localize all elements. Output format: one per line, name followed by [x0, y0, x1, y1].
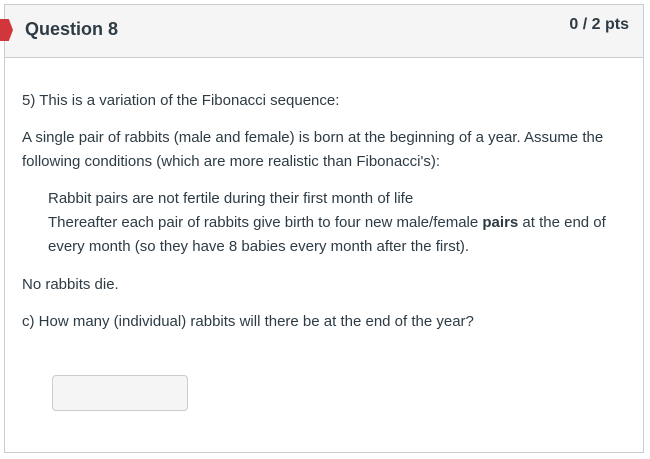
conditions-block: Rabbit pairs are not fertile during thei…	[48, 187, 628, 259]
setup-text: A single pair of rabbits (male and femal…	[22, 129, 604, 170]
no-die-text: No rabbits die.	[22, 276, 119, 293]
incorrect-flag-icon	[0, 19, 13, 41]
part-c-text: c) How many (individual) rabbits will th…	[22, 313, 474, 330]
condition-2-part-a: Thereafter each pair of rabbits give bir…	[48, 214, 483, 231]
question-title: Question 8	[25, 19, 119, 39]
question-header: Question 8 0 / 2 pts	[0, 5, 643, 58]
answer-input[interactable]	[52, 375, 188, 411]
condition-2-bold: pairs	[482, 214, 519, 231]
condition-1: Rabbit pairs are not fertile during thei…	[48, 190, 414, 207]
condition-2: Thereafter each pair of rabbits give bir…	[48, 211, 628, 259]
intro-text: 5) This is a variation of the Fibonacci …	[22, 92, 340, 109]
question-points: 0 / 2 pts	[569, 16, 629, 33]
